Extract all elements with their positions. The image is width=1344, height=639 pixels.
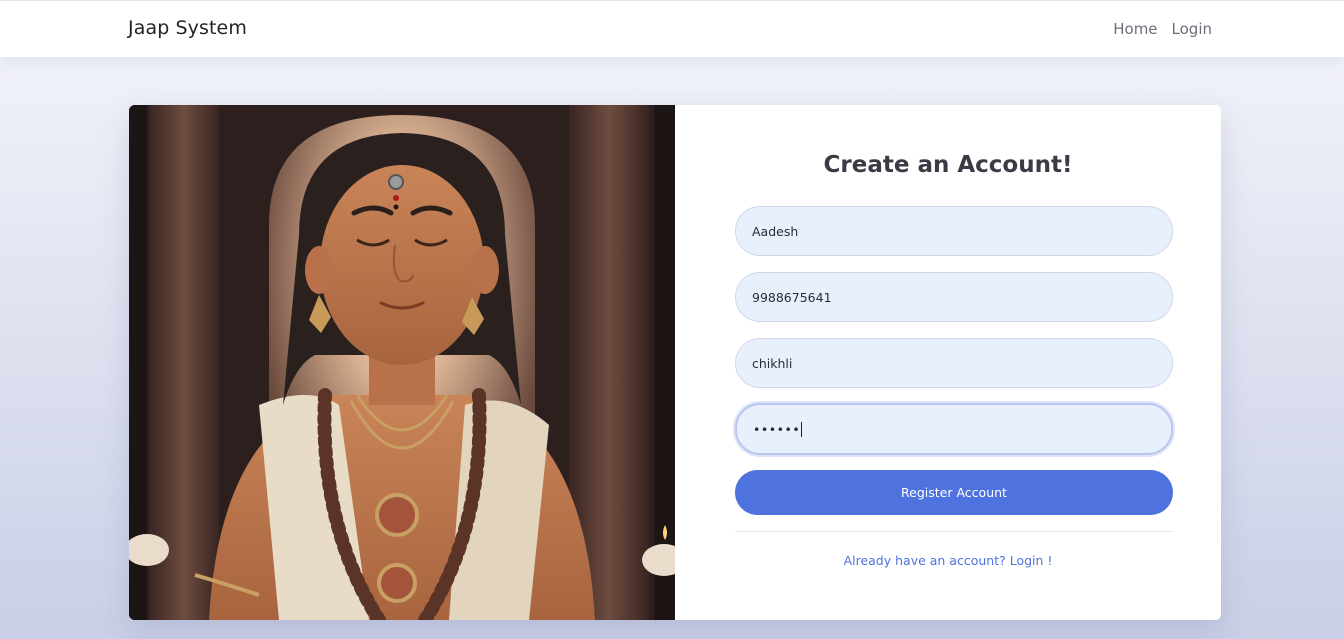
text-caret: [801, 421, 803, 437]
register-card: Create an Account! •••••• Register Accou…: [129, 105, 1221, 620]
name-field[interactable]: [735, 206, 1173, 256]
form-divider: [735, 531, 1173, 532]
city-input[interactable]: [752, 355, 1156, 371]
nav-links: Home Login: [1113, 20, 1212, 38]
register-form: Create an Account! •••••• Register Accou…: [675, 105, 1221, 620]
hero-image: [129, 105, 675, 620]
name-input[interactable]: [752, 223, 1156, 239]
login-link[interactable]: Already have an account? Login !: [675, 553, 1221, 568]
phone-input[interactable]: [752, 289, 1156, 305]
brand-name[interactable]: Jaap System: [128, 17, 247, 39]
nav-link-home[interactable]: Home: [1113, 20, 1157, 38]
password-masked-value: ••••••: [753, 421, 801, 437]
sage-illustration: [129, 105, 675, 620]
nav-link-login[interactable]: Login: [1172, 20, 1212, 38]
city-field[interactable]: [735, 338, 1173, 388]
password-field[interactable]: ••••••: [735, 403, 1173, 455]
form-title: Create an Account!: [823, 152, 1073, 178]
navbar: Jaap System Home Login: [0, 0, 1344, 57]
phone-field[interactable]: [735, 272, 1173, 322]
register-button[interactable]: Register Account: [735, 470, 1173, 515]
